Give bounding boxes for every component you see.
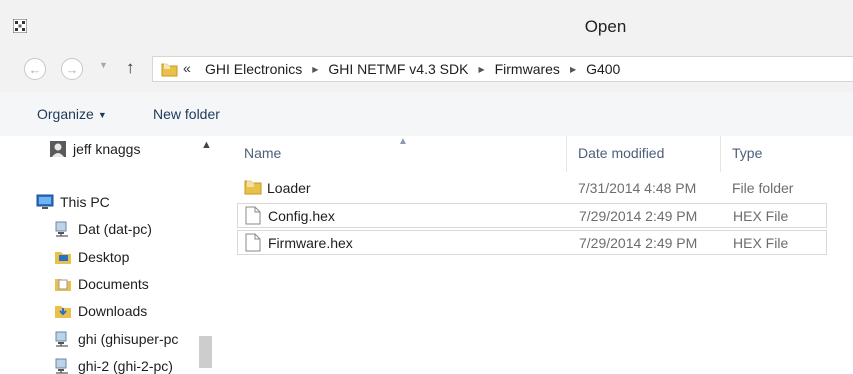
address-bar[interactable]: « GHI Electronics ▶ GHI NETMF v4.3 SDK ▶ Fir…: [152, 56, 853, 82]
recent-locations-chevron-icon[interactable]: ▼: [99, 60, 108, 70]
nav-item-dat[interactable]: Dat (dat-pc): [54, 221, 152, 237]
nav-item-label: Dat (dat-pc): [78, 221, 152, 237]
chevron-down-icon: ▼: [97, 110, 107, 120]
file-name: Firmware.hex: [268, 235, 353, 251]
scroll-up-icon[interactable]: ▲: [201, 139, 212, 151]
file-icon: [245, 206, 261, 225]
file-name: Config.hex: [268, 208, 335, 224]
nav-item-this-pc[interactable]: This PC: [36, 194, 110, 210]
breadcrumb-separator-icon[interactable]: ▶: [570, 65, 576, 74]
nav-item-label: This PC: [60, 194, 110, 210]
file-list: Name ▲ Date modified Type Loader 7/31/20…: [215, 136, 853, 368]
command-toolbar: Organize ▼ New folder: [0, 92, 853, 137]
nav-item-ghi-2[interactable]: ghi-2 (ghi-2-pc): [54, 358, 194, 374]
nav-item-label: ghi-2 (ghi-2-pc): [78, 358, 173, 374]
nav-item-user[interactable]: jeff knaggs: [49, 141, 140, 157]
user-icon: [50, 141, 66, 157]
nav-item-label: Desktop: [78, 249, 130, 265]
breadcrumb-separator-icon[interactable]: ▶: [478, 65, 484, 74]
file-type: File folder: [732, 180, 794, 196]
nav-item-downloads[interactable]: Downloads: [54, 303, 147, 319]
file-row[interactable]: Loader 7/31/2014 4:48 PM File folder: [237, 176, 827, 201]
file-date-modified: 7/29/2014 2:49 PM: [579, 235, 698, 251]
back-button[interactable]: ←: [24, 58, 46, 80]
nav-item-label: Documents: [78, 276, 149, 292]
nav-item-label: jeff knaggs: [73, 141, 141, 157]
address-overflow[interactable]: «: [183, 60, 191, 76]
file-date-modified: 7/29/2014 2:49 PM: [579, 208, 698, 224]
column-header-type[interactable]: Type: [732, 145, 762, 161]
column-divider[interactable]: [566, 136, 567, 172]
documents-folder-icon: [55, 279, 71, 291]
folder-icon: [161, 63, 178, 77]
file-icon: [245, 233, 261, 252]
file-row[interactable]: Firmware.hex 7/29/2014 2:49 PM HEX File: [237, 230, 827, 255]
nav-item-label: Downloads: [78, 303, 148, 319]
organize-label: Organize: [37, 106, 94, 122]
up-button[interactable]: ↑: [126, 58, 135, 78]
sort-ascending-icon: ▲: [398, 136, 408, 147]
navigation-pane: jeff knaggs This PC Dat (dat-pc) Desktop…: [0, 136, 215, 374]
file-type: HEX File: [733, 235, 789, 251]
network-drive-icon: [55, 221, 68, 237]
forward-button[interactable]: →: [61, 58, 83, 80]
breadcrumb-firmwares[interactable]: Firmwares: [495, 61, 560, 77]
desktop-folder-icon: [55, 252, 71, 264]
breadcrumb-ghi-netmf-sdk[interactable]: GHI NETMF v4.3 SDK: [328, 61, 468, 77]
breadcrumb-g400[interactable]: G400: [586, 61, 620, 77]
organize-button[interactable]: Organize ▼: [37, 106, 107, 122]
nav-item-desktop[interactable]: Desktop: [54, 249, 129, 265]
nav-item-documents[interactable]: Documents: [54, 276, 149, 292]
nav-item-ghi[interactable]: ghi (ghisuper-pc: [54, 331, 194, 347]
folder-icon: [244, 180, 262, 195]
column-header-label: Name: [244, 145, 282, 161]
computer-icon: [36, 194, 54, 209]
network-drive-icon: [55, 358, 68, 374]
title-bar: Open: [0, 0, 853, 47]
file-type: HEX File: [733, 208, 789, 224]
window-title: Open: [584, 17, 627, 36]
column-header-name[interactable]: Name: [244, 145, 281, 161]
scroll-thumb[interactable]: [199, 336, 212, 368]
column-header-date-modified[interactable]: Date modified: [578, 145, 664, 161]
file-date-modified: 7/31/2014 4:48 PM: [578, 180, 697, 196]
column-divider[interactable]: [720, 136, 721, 172]
file-name: Loader: [267, 180, 311, 196]
breadcrumb-separator-icon[interactable]: ▶: [312, 65, 318, 74]
navigation-bar: ← → ▼ ↑ « GHI Electronics ▶ GHI NETMF v4.3…: [0, 47, 853, 92]
file-row[interactable]: Config.hex 7/29/2014 2:49 PM HEX File: [237, 203, 827, 228]
breadcrumb-ghi-electronics[interactable]: GHI Electronics: [205, 61, 302, 77]
network-drive-icon: [55, 331, 68, 347]
navigation-pane-scrollbar[interactable]: ▲: [196, 136, 215, 368]
nav-item-label: ghi (ghisuper-pc: [78, 331, 179, 347]
new-folder-button[interactable]: New folder: [153, 106, 220, 122]
downloads-folder-icon: [55, 306, 71, 318]
breadcrumb: GHI Electronics ▶ GHI NETMF v4.3 SDK ▶ Firmw…: [205, 61, 620, 77]
